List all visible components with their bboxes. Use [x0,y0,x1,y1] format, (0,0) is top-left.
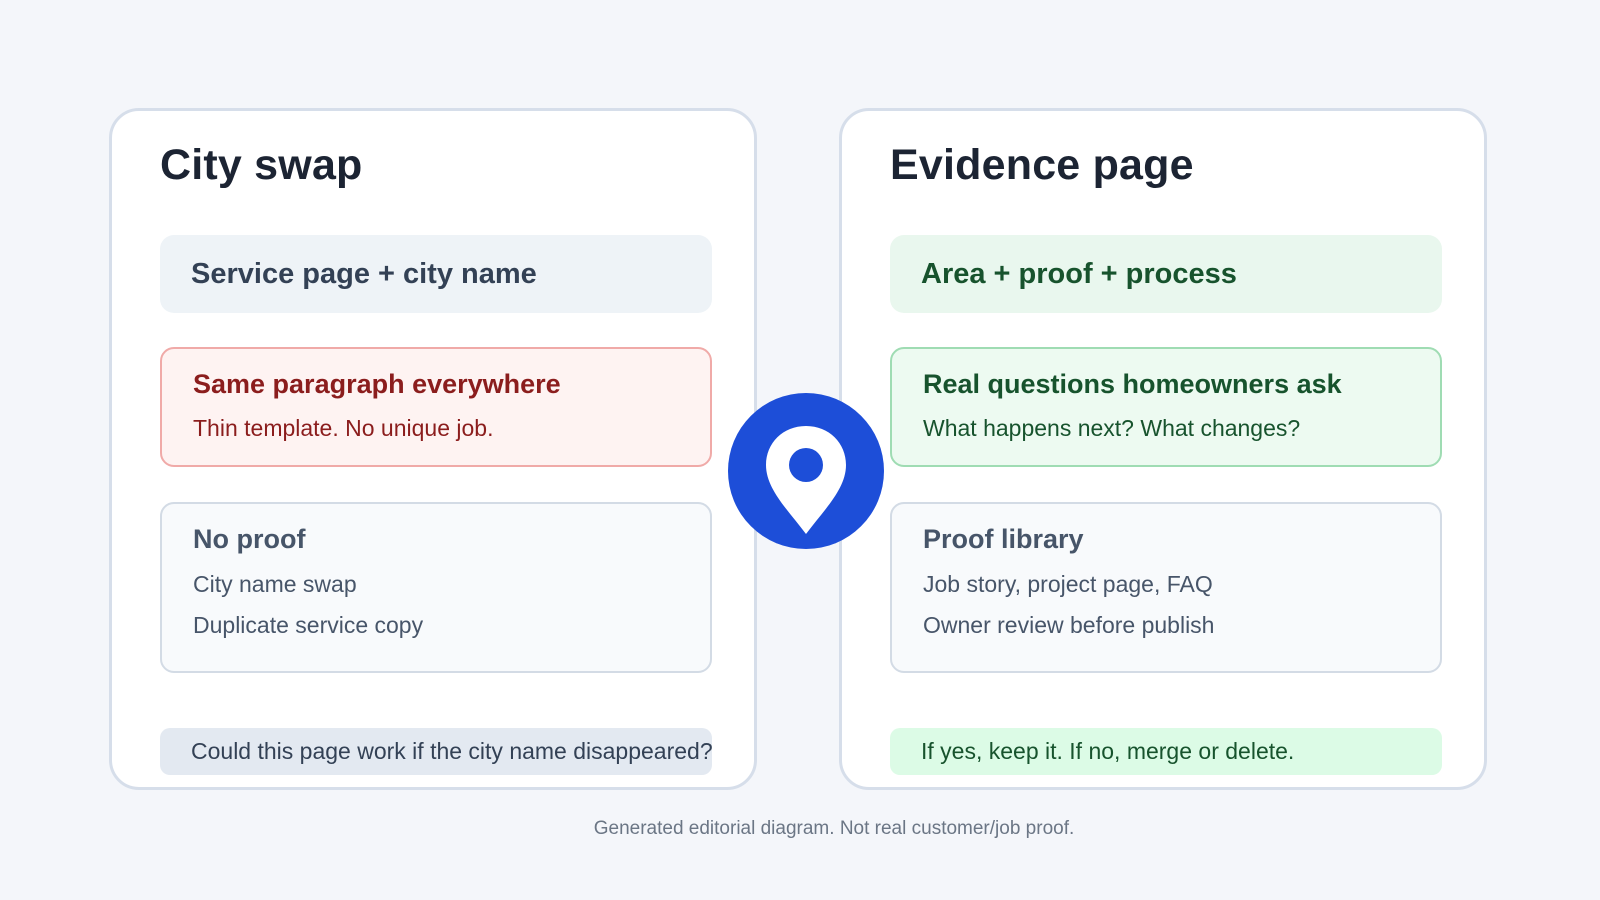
highlight-box: Real questions homeowners ask What happe… [890,347,1442,467]
city-swap-formula-box: Service page + city name [160,235,712,313]
list-item: Owner review before publish [923,612,1215,638]
evidence-formula-box: Area + proof + process [890,235,1442,313]
caption: Generated editorial diagram. Not real cu… [593,818,1075,839]
diagram-canvas: City swap Service page + city name Same … [0,0,1600,900]
warning-text: Thin template. No unique job. [193,415,494,441]
warning-title: Same paragraph everywhere [193,369,561,399]
panel-title: Evidence page [890,141,1194,189]
list-item: Job story, project page, FAQ [923,571,1213,597]
proof-library-box: Proof library Job story, project page, F… [890,502,1442,673]
list-item: City name swap [193,571,357,597]
list-title: No proof [193,524,306,554]
panel-title: City swap [160,141,363,189]
location-pin-icon [728,393,884,549]
highlight-text: What happens next? What changes? [923,415,1301,441]
list-title: Proof library [923,524,1084,554]
pin-hole [789,448,823,482]
answer-footer: If yes, keep it. If no, merge or delete. [890,728,1442,775]
highlight-title: Real questions homeowners ask [923,369,1342,399]
list-item: Duplicate service copy [193,612,424,638]
question-footer: Could this page work if the city name di… [160,728,713,775]
city-swap-panel: City swap Service page + city name Same … [109,108,757,790]
evidence-page-panel: Evidence page Area + proof + process Rea… [839,108,1487,790]
warning-box: Same paragraph everywhere Thin template.… [160,347,712,467]
no-proof-box: No proof City name swap Duplicate servic… [160,502,712,673]
